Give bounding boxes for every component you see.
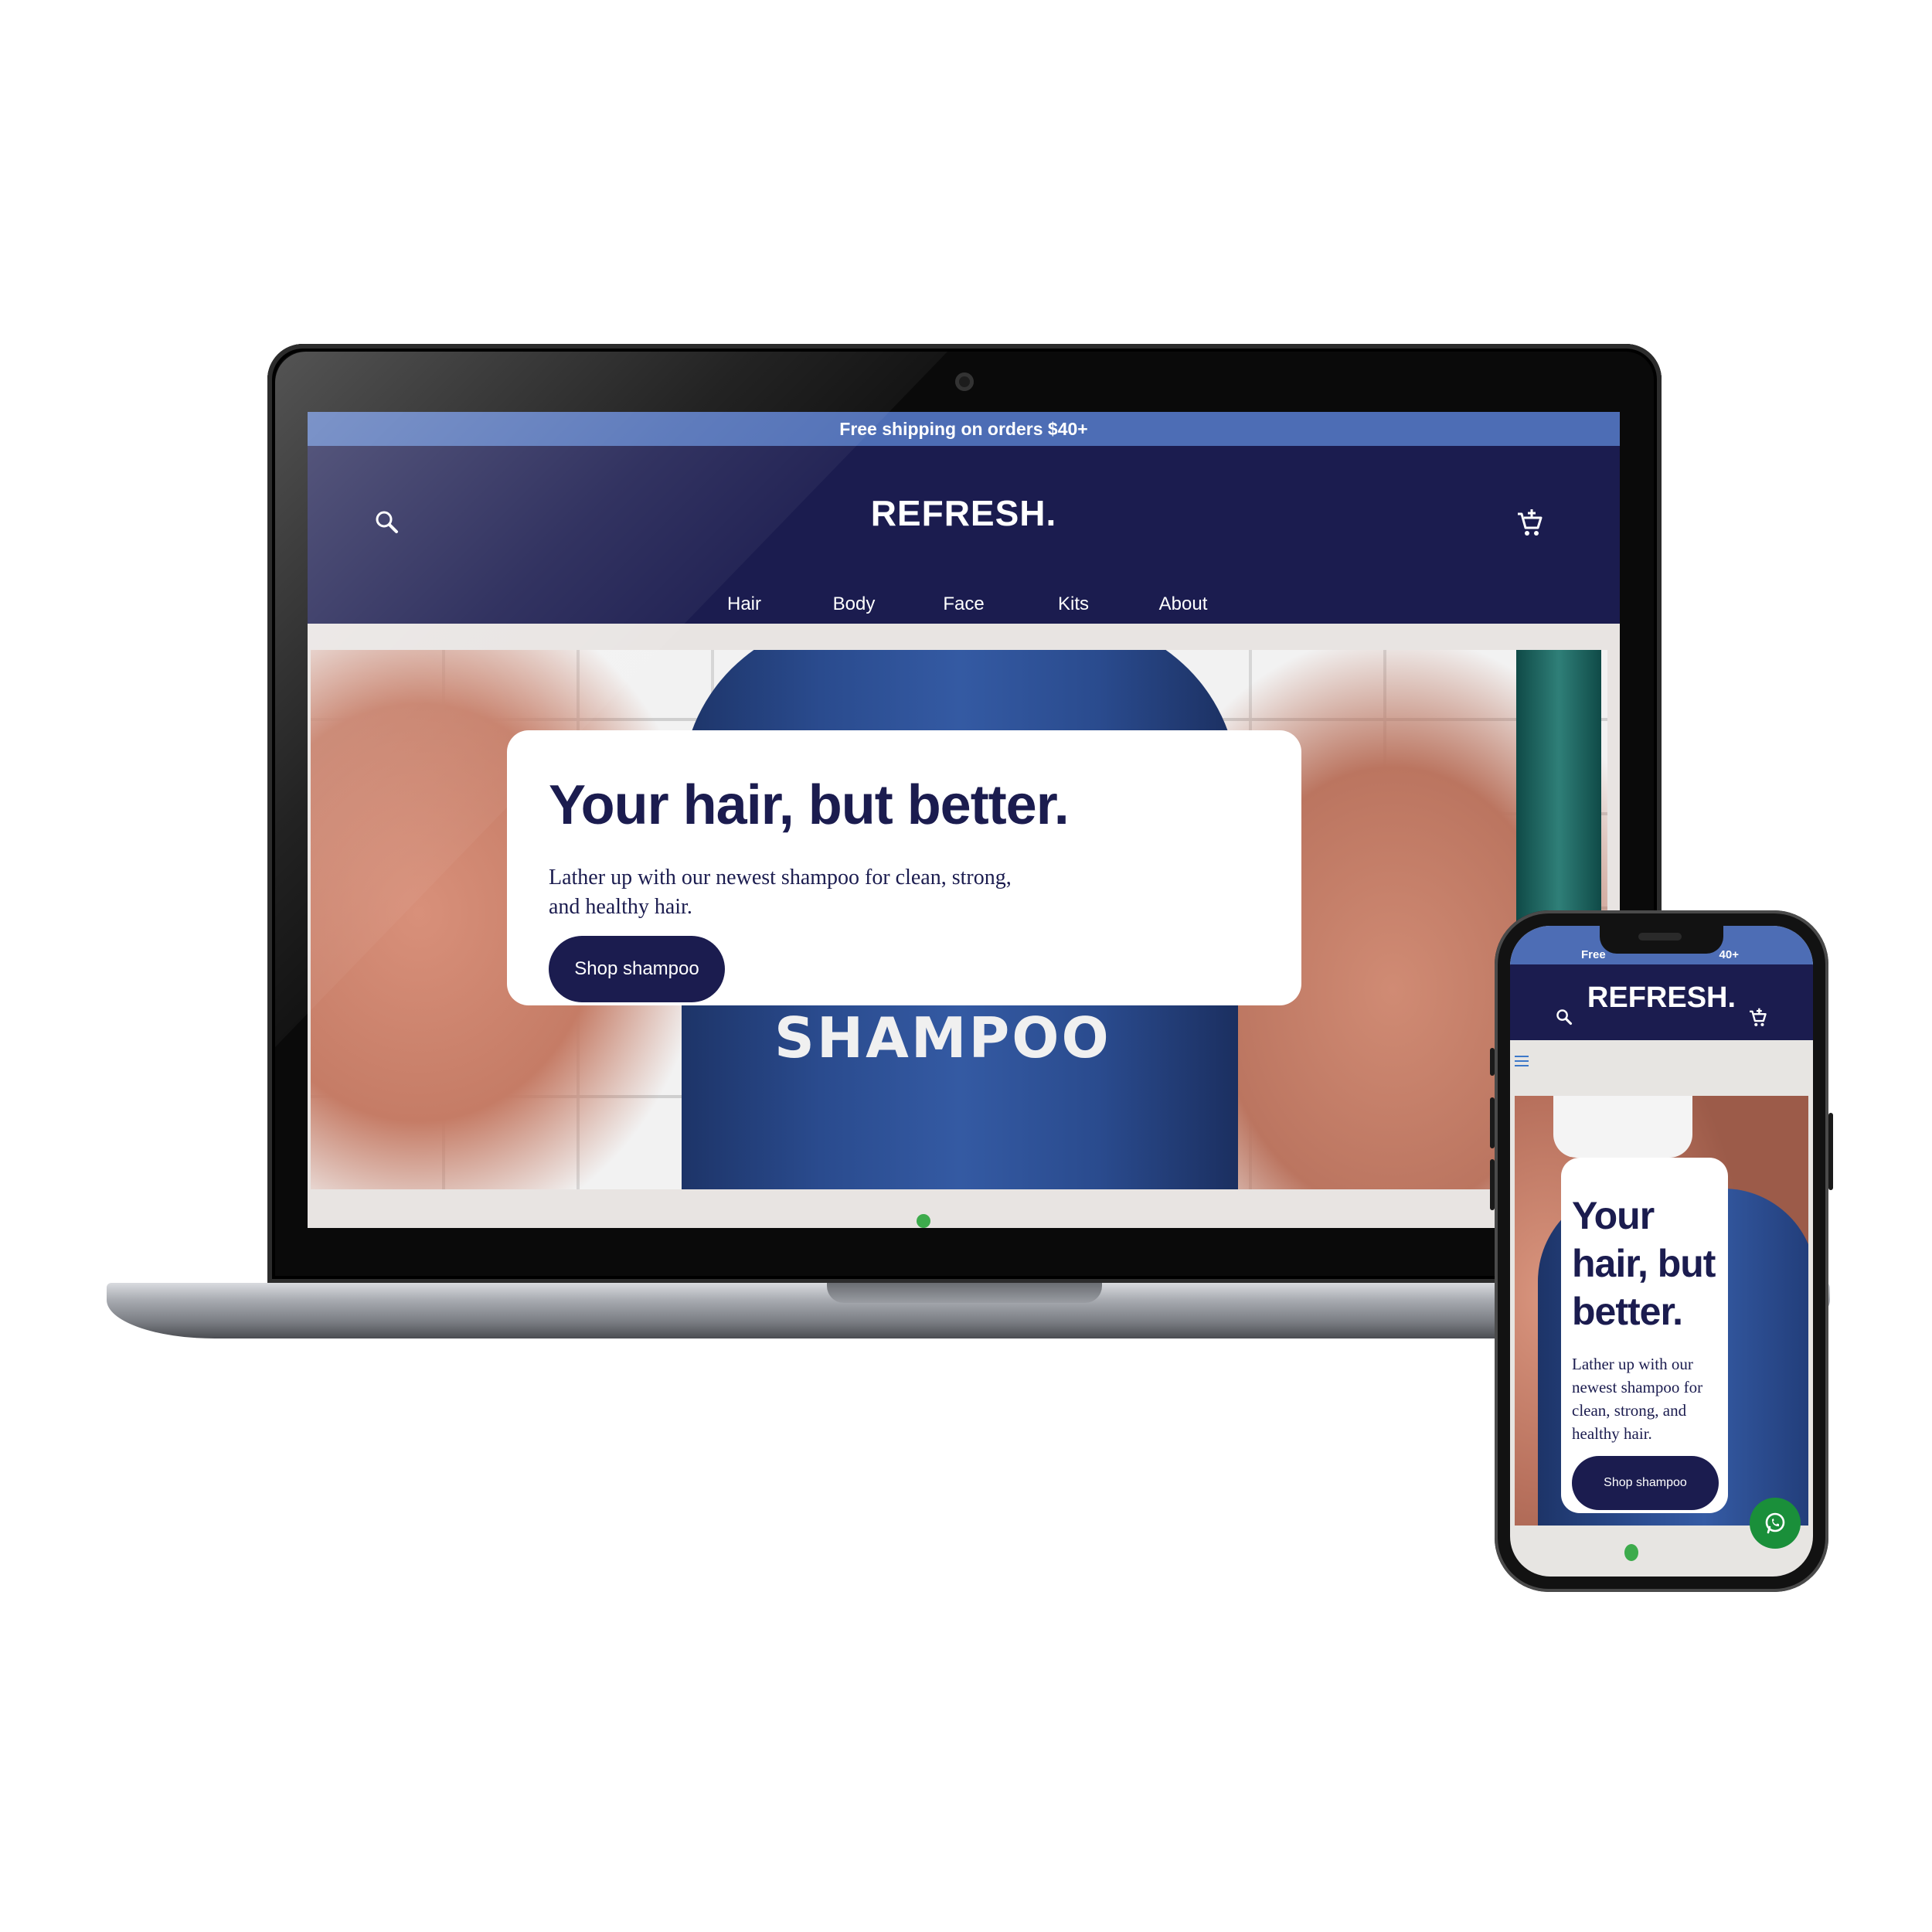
mobile-hero-banner: Your hair, but better. Lather up with ou…: [1515, 1096, 1808, 1526]
whatsapp-chat-button[interactable]: [1750, 1498, 1801, 1549]
whatsapp-icon: [1765, 1512, 1785, 1534]
hero-banner: SHAMPOO Your hair, but better. Lather up…: [311, 650, 1607, 1189]
phone-speaker: [1638, 933, 1682, 940]
menu-icon[interactable]: [1513, 1053, 1530, 1070]
nav-item-body[interactable]: Body: [799, 594, 909, 615]
mobile-shop-shampoo-button[interactable]: Shop shampoo: [1572, 1456, 1719, 1510]
nav-item-about[interactable]: About: [1128, 594, 1238, 615]
cart-icon[interactable]: [1747, 1006, 1770, 1029]
promo-banner: Free shipping on orders $40+: [308, 412, 1620, 446]
laptop-camera: [955, 372, 974, 391]
hero-title: Your hair, but better.: [549, 774, 1070, 836]
bottle-label: SHAMPOO: [774, 1005, 1111, 1070]
mobile-site-header: REFRESH.: [1510, 964, 1813, 1040]
mobile-promo-text-right: 40+: [1719, 948, 1739, 961]
mobile-hero-card: Your hair, but better. Lather up with ou…: [1561, 1158, 1728, 1513]
mobile-slider-dot-active[interactable]: [1624, 1544, 1638, 1561]
phone-volume-down-button: [1490, 1159, 1495, 1210]
hero-subtitle: Lather up with our newest shampoo for cl…: [549, 866, 1012, 919]
nav-item-face[interactable]: Face: [909, 594, 1019, 615]
mobile-hero-subtitle: Lather up with our newest shampoo for cl…: [1572, 1355, 1703, 1443]
phone-power-button: [1828, 1113, 1833, 1190]
site-header: REFRESH. Hair Body Face Kits About: [308, 446, 1620, 624]
shop-shampoo-button[interactable]: Shop shampoo: [549, 936, 725, 1002]
cart-icon[interactable]: [1513, 506, 1547, 540]
nav-item-kits[interactable]: Kits: [1019, 594, 1128, 615]
slider-dot-active[interactable]: [917, 1214, 930, 1228]
laptop-opening-notch: [827, 1283, 1102, 1303]
nav-item-hair[interactable]: Hair: [689, 594, 799, 615]
mobile-website: Free 40+ REFRESH. Your hair, but better.…: [1510, 926, 1813, 1577]
mobile-promo-text-left: Free: [1581, 948, 1606, 961]
main-nav: Hair Body Face Kits About: [308, 594, 1620, 615]
phone-volume-up-button: [1490, 1097, 1495, 1148]
desktop-website: Free shipping on orders $40+ REFRESH. Ha…: [308, 412, 1620, 1228]
promo-text: Free shipping on orders $40+: [839, 418, 1088, 439]
phone-mute-button: [1490, 1048, 1495, 1076]
mobile-bottle-cap-image: [1553, 1096, 1692, 1158]
site-logo[interactable]: REFRESH.: [308, 492, 1620, 534]
hero-card: Your hair, but better. Lather up with ou…: [507, 730, 1301, 1005]
mobile-hero-title: Your hair, but better.: [1572, 1194, 1716, 1333]
